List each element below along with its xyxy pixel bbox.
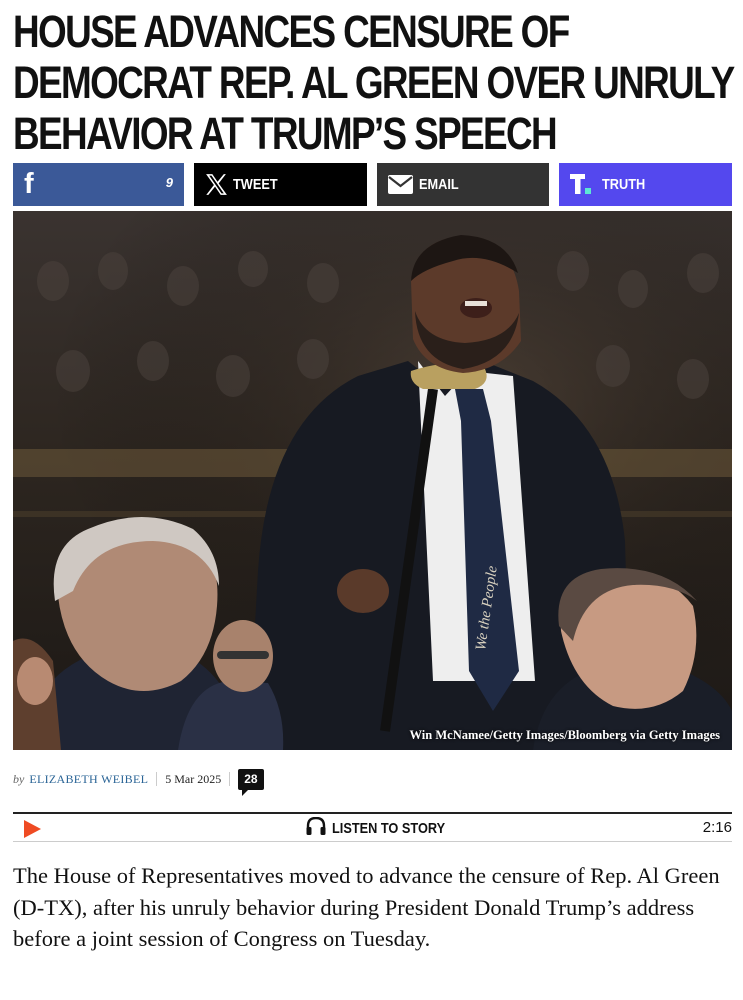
truth-social-icon (570, 173, 595, 200)
email-share-button[interactable]: EMAIL (377, 163, 549, 206)
envelope-icon (388, 175, 413, 198)
byline-divider (156, 772, 158, 786)
article-headline: HOUSE ADVANCES CENSURE OF DEMOCRAT REP. … (13, 6, 735, 159)
share-bar: f 9 TWEET EMAIL TRUTH (13, 163, 732, 206)
publish-date: 5 Mar 2025 (165, 771, 222, 786)
article-lede: The House of Representatives moved to ad… (13, 863, 720, 951)
truth-social-share-button[interactable]: TRUTH (559, 163, 732, 206)
facebook-share-button[interactable]: f 9 (13, 163, 184, 206)
play-icon[interactable] (24, 820, 41, 838)
byline: by ELIZABETH WEIBEL 5 Mar 2025 28 (13, 767, 264, 796)
email-label: EMAIL (419, 176, 459, 193)
listen-to-story-button[interactable]: LISTEN TO STORY (306, 816, 465, 840)
hero-photo-illustration: We the People (13, 211, 732, 750)
byline-prefix: by (13, 771, 25, 786)
headphones-icon (306, 816, 326, 840)
listen-to-story-player: LISTEN TO STORY 2:16 (13, 812, 732, 842)
tweet-button[interactable]: TWEET (194, 163, 367, 206)
facebook-share-count: 9 (165, 175, 173, 190)
listen-label: LISTEN TO STORY (332, 820, 446, 837)
byline-divider (229, 772, 231, 786)
article-hero-photo: We the People Win McNamee/Getty Images/B… (13, 211, 732, 750)
photo-credit: Win McNamee/Getty Images/Bloomberg via G… (409, 728, 720, 742)
author-link[interactable]: ELIZABETH WEIBEL (29, 772, 148, 787)
x-logo-icon (204, 172, 229, 201)
comment-count-button[interactable]: 28 (238, 768, 264, 796)
audio-duration: 2:16 (702, 819, 732, 836)
tweet-label: TWEET (233, 176, 278, 193)
facebook-icon: f (24, 168, 34, 200)
truth-label: TRUTH (602, 176, 646, 193)
